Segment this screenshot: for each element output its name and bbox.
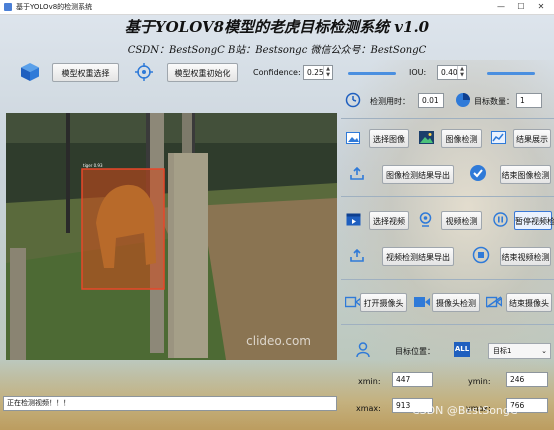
xmin-label: xmin: xyxy=(358,377,381,386)
image-icon xyxy=(346,132,360,144)
iou-slider[interactable] xyxy=(487,72,535,75)
video-camera-icon xyxy=(414,297,430,307)
iou-value: 0.40 xyxy=(441,68,458,77)
app-window: 基于YOLOv8的检测系统 — ☐ ✕ 基于YOLOV8模型的老虎目标检测系统 … xyxy=(0,0,554,430)
status-bar: 正在检测视频！！！ xyxy=(3,396,337,411)
window-title: 基于YOLOv8的检测系统 xyxy=(16,3,93,11)
webcam-icon xyxy=(419,212,432,227)
iou-label: IOU: xyxy=(409,68,427,77)
video-display: clideo.com tiger 0.93 xyxy=(6,113,337,360)
check-circle-icon xyxy=(470,165,486,181)
detect-video-button[interactable]: 视频检测 xyxy=(441,211,482,230)
line-chart-icon xyxy=(491,131,506,144)
export-image-button[interactable]: 图像检测结果导出 xyxy=(382,165,454,184)
detect-image-button[interactable]: 图像检测 xyxy=(441,129,482,148)
confidence-label: Confidence: xyxy=(253,68,301,77)
confidence-value: 0.25 xyxy=(307,68,324,77)
xmax-label: xmax: xyxy=(356,404,381,413)
camera-off-icon xyxy=(486,296,502,308)
confidence-slider[interactable] xyxy=(348,72,396,75)
chevron-down-icon: ⌄ xyxy=(541,347,547,355)
xmin-field: 447 xyxy=(392,372,433,387)
page-subtitle: CSDN：BestSongC B站：Bestsongc 微信公众号：BestSo… xyxy=(127,45,427,56)
video-file-icon xyxy=(346,213,361,226)
user-icon xyxy=(356,342,370,358)
background-flowers xyxy=(0,360,554,430)
divider xyxy=(341,324,554,325)
init-weights-button[interactable]: 模型权重初始化 xyxy=(167,63,238,82)
spin-arrows-icon[interactable]: ▲ ▼ xyxy=(457,66,466,79)
target-select[interactable]: 目标1 ⌄ xyxy=(488,343,551,359)
maximize-button[interactable]: ☐ xyxy=(514,1,528,12)
cube-icon xyxy=(21,63,39,81)
minimize-button[interactable]: — xyxy=(494,1,508,12)
pie-chart-icon xyxy=(456,93,470,107)
divider xyxy=(341,196,554,197)
confidence-spinbox[interactable]: 0.25 ▲ ▼ xyxy=(303,65,333,80)
all-icon: ALL xyxy=(454,342,470,357)
target-icon xyxy=(135,63,153,81)
target-select-value: 目标1 xyxy=(493,347,512,355)
detection-label: tiger 0.93 xyxy=(83,163,103,168)
picture-icon xyxy=(419,131,434,144)
spin-arrows-icon[interactable]: ▲ ▼ xyxy=(323,66,332,79)
video-frame: clideo.com tiger 0.93 xyxy=(6,113,337,360)
upload-icon xyxy=(350,167,364,180)
upload-icon xyxy=(350,249,364,262)
page-title: 基于YOLOV8模型的老虎目标检测系统 v1.0 xyxy=(124,18,430,36)
target-position-label: 目标位置： xyxy=(395,347,435,356)
pause-video-button[interactable]: 暂停视频检测 xyxy=(514,211,554,230)
app-icon xyxy=(4,3,12,11)
divider xyxy=(341,118,554,119)
title-bar: 基于YOLOv8的检测系统 — ☐ ✕ xyxy=(0,0,554,15)
select-weights-button[interactable]: 模型权重选择 xyxy=(52,63,119,82)
count-value-field: 1 xyxy=(516,93,542,108)
time-value-field: 0.01 xyxy=(418,93,444,108)
ymin-field: 246 xyxy=(506,372,548,387)
select-image-button[interactable]: 选择图像 xyxy=(369,129,409,148)
export-video-button[interactable]: 视频检测结果导出 xyxy=(382,247,454,266)
time-label: 检测用时： xyxy=(370,97,410,106)
close-button[interactable]: ✕ xyxy=(534,1,548,12)
close-camera-button[interactable]: 结束摄像头 xyxy=(506,293,552,312)
stop-video-button[interactable]: 结束视频检测 xyxy=(500,247,551,266)
iou-spinbox[interactable]: 0.40 ▲ ▼ xyxy=(437,65,467,80)
open-camera-button[interactable]: 打开摄像头 xyxy=(360,293,407,312)
divider xyxy=(341,279,554,280)
ymin-label: ymin: xyxy=(468,377,491,386)
detect-camera-button[interactable]: 摄像头检测 xyxy=(432,293,480,312)
show-result-button[interactable]: 结果展示 xyxy=(513,129,551,148)
select-video-button[interactable]: 选择视频 xyxy=(369,211,409,230)
video-watermark: clideo.com xyxy=(246,334,311,348)
count-label: 目标数量： xyxy=(474,97,514,106)
csdn-watermark: CSDN @BestSongC xyxy=(412,404,518,417)
camera-icon xyxy=(345,296,361,308)
stop-circle-icon xyxy=(472,246,490,264)
clock-icon xyxy=(345,92,361,108)
stop-image-button[interactable]: 结束图像检测 xyxy=(500,165,551,184)
pause-icon xyxy=(493,212,508,227)
